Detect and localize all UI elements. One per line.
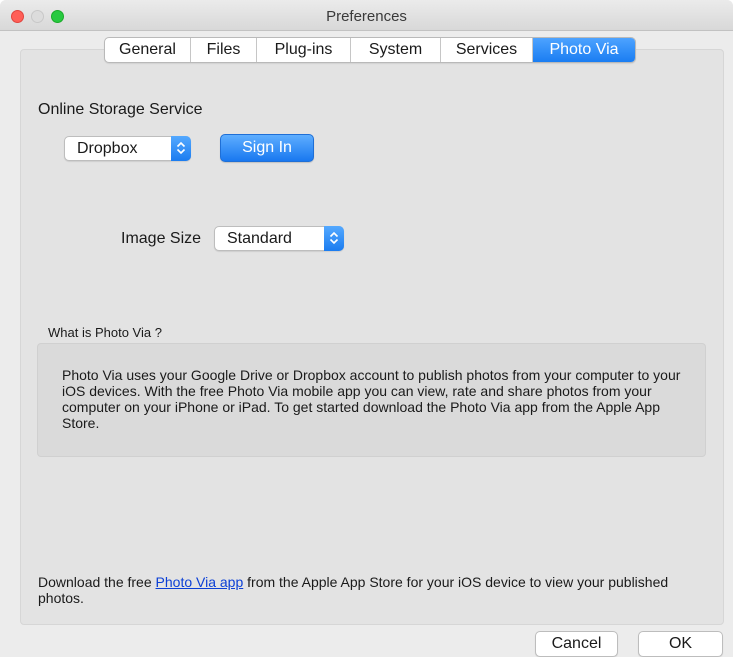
- popup-stepper-icon: [171, 136, 191, 161]
- tab-photo-via[interactable]: Photo Via: [533, 38, 635, 62]
- about-box: Photo Via uses your Google Drive or Drop…: [37, 343, 706, 457]
- image-size-label: Image Size: [121, 230, 202, 247]
- ok-button[interactable]: OK: [638, 631, 723, 657]
- online-storage-heading: Online Storage Service: [38, 101, 203, 118]
- image-size-select[interactable]: Standard: [214, 226, 344, 251]
- sign-in-button[interactable]: Sign In: [220, 134, 314, 162]
- about-heading: What is Photo Via ?: [48, 325, 162, 340]
- footer-text-before: Download the free: [38, 574, 156, 590]
- photo-via-app-link[interactable]: Photo Via app: [156, 574, 244, 590]
- tab-system[interactable]: System: [351, 38, 441, 62]
- tab-general[interactable]: General: [105, 38, 191, 62]
- tab-services[interactable]: Services: [441, 38, 533, 62]
- tab-files[interactable]: Files: [191, 38, 257, 62]
- cancel-button[interactable]: Cancel: [535, 631, 618, 657]
- storage-service-select[interactable]: Dropbox: [64, 136, 191, 161]
- tab-plug-ins[interactable]: Plug-ins: [257, 38, 351, 62]
- image-size-value: Standard: [227, 230, 292, 247]
- footer-note: Download the free Photo Via app from the…: [38, 574, 678, 606]
- window-title: Preferences: [326, 8, 407, 25]
- preferences-window: Preferences General Files Plug-ins Syste…: [0, 0, 733, 657]
- about-description: Photo Via uses your Google Drive or Drop…: [62, 367, 681, 431]
- storage-service-value: Dropbox: [77, 140, 138, 157]
- title-bar[interactable]: Preferences: [0, 0, 733, 31]
- popup-stepper-icon: [324, 226, 344, 251]
- tab-bar: General Files Plug-ins System Services P…: [104, 37, 636, 63]
